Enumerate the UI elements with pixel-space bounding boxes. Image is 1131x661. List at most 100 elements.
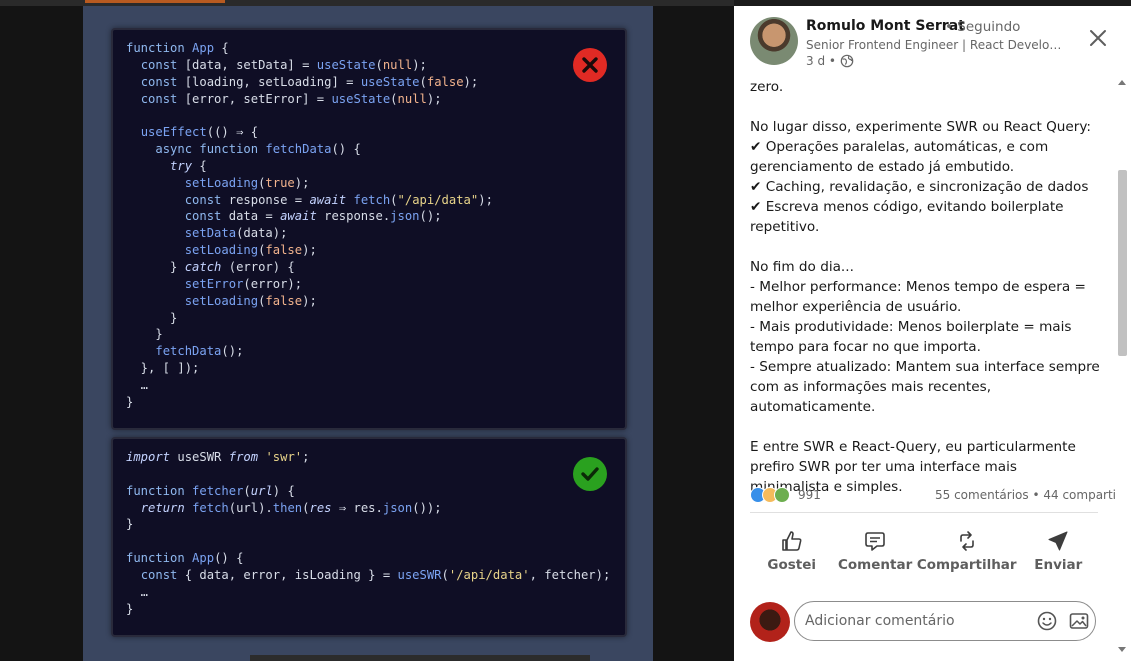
repost-label: Compartilhar — [916, 557, 1017, 573]
scrollbar-thumb[interactable] — [1118, 170, 1127, 356]
code-token: App — [192, 551, 215, 566]
code-line: setError(error); — [126, 276, 493, 293]
code-token: function — [126, 41, 193, 55]
scroll-down-arrow-icon[interactable] — [1118, 647, 1126, 652]
code-token: false — [265, 243, 303, 258]
code-line: setData(data); — [126, 225, 493, 242]
post-text-line: No lugar disso, experimente SWR ou React… — [750, 119, 1092, 135]
code-token: App — [192, 41, 215, 55]
image-attach-button[interactable] — [1063, 605, 1095, 637]
post-text-line: ✔ Escreva menos código, evitando boilerp… — [750, 199, 1064, 235]
comment-input[interactable]: Adicionar comentário — [794, 601, 1096, 641]
code-token: "/api/data" — [397, 192, 479, 207]
code-token: ); — [294, 175, 310, 190]
code-token: from — [228, 450, 259, 464]
code-line: const response = await fetch("/api/data"… — [126, 192, 493, 209]
like-button[interactable]: Gostei — [750, 521, 833, 581]
code-token: (url). — [228, 500, 273, 515]
code-line: } — [126, 601, 610, 618]
code-token: setError — [184, 276, 244, 291]
code-line: try { — [126, 158, 493, 175]
scrollbar[interactable] — [1115, 78, 1129, 654]
check-icon — [573, 457, 607, 491]
code-token: … — [126, 377, 149, 392]
follow-status: Seguindo — [945, 19, 1020, 35]
code-line: setLoading(false); — [126, 293, 493, 310]
emoji-icon — [1037, 611, 1057, 631]
code-token: , fetcher); — [529, 567, 611, 582]
comment-button[interactable]: Comentar — [833, 521, 916, 581]
shares-count[interactable]: 44 compartilhamentos — [1043, 488, 1115, 502]
code-token: 'swr' — [265, 450, 303, 464]
code-token: function — [126, 483, 193, 498]
code-token: ; — [302, 450, 310, 464]
code-line: useEffect(() ⇒ { — [126, 124, 493, 141]
code-token: json — [382, 500, 413, 515]
post-image[interactable]: function App { const [data, setData] = u… — [83, 6, 653, 661]
code-token: } — [126, 327, 163, 342]
code-token: '/api/data' — [448, 567, 530, 582]
code-line: function App() { — [126, 550, 610, 567]
code-token: ( — [441, 567, 449, 582]
scroll-up-arrow-icon[interactable] — [1118, 80, 1126, 85]
code-token: null — [382, 57, 413, 72]
code-token: ⇒ res. — [331, 500, 383, 515]
code-token: }, [ ]); — [126, 361, 200, 376]
comments-shares-count[interactable]: 55 comentários • 44 compartilhamentos — [935, 488, 1115, 502]
code-token: useEffect — [140, 125, 207, 140]
code-token: fetcher — [192, 483, 244, 498]
comment-placeholder: Adicionar comentário — [805, 613, 955, 629]
code-token: ( — [375, 57, 383, 72]
code-card-swr: import useSWR from 'swr'; function fetche… — [111, 437, 627, 637]
send-button[interactable]: Enviar — [1017, 521, 1100, 581]
code-token: [error, setError] = — [177, 91, 332, 106]
code-token: response. — [316, 209, 391, 224]
code-line: fetchData(); — [126, 343, 493, 360]
code-block-useeffect: function App { const [data, setData] = u… — [126, 40, 493, 411]
celebrate-reaction-icon — [774, 487, 790, 503]
code-token: (error) { — [221, 259, 295, 274]
code-token: catch — [184, 259, 222, 274]
code-line: return fetch(url).then(res ⇒ res.json())… — [126, 500, 610, 517]
code-token: const — [140, 567, 178, 582]
code-token: const — [140, 91, 178, 106]
code-token: ) { — [272, 483, 295, 498]
code-line: setLoading(true); — [126, 175, 493, 192]
author-name[interactable]: Romulo Mont Serrat — [806, 18, 965, 34]
code-line: const [error, setError] = useState(null)… — [126, 91, 493, 108]
code-token: await — [280, 209, 317, 224]
current-user-avatar[interactable] — [750, 602, 790, 642]
close-button[interactable] — [1084, 24, 1112, 52]
code-token: const — [184, 192, 222, 207]
code-token: { — [214, 41, 229, 55]
post-side-panel: Romulo Mont Serrat Seguindo Senior Front… — [734, 6, 1131, 661]
comments-count[interactable]: 55 comentários — [935, 488, 1029, 502]
code-token: useSWR — [170, 450, 229, 464]
author-avatar[interactable] — [750, 17, 798, 65]
code-token: useState — [316, 57, 376, 72]
comment-icon — [865, 532, 885, 551]
reaction-count[interactable]: 991 — [798, 488, 821, 502]
code-line: … — [126, 584, 610, 601]
repost-button[interactable]: Compartilhar — [917, 521, 1017, 581]
code-token: false — [265, 293, 303, 308]
code-card-useeffect: function App { const [data, setData] = u… — [111, 28, 627, 430]
code-token: [data, setData] = — [177, 57, 317, 72]
social-counts: 991 55 comentários • 44 compartilhamento… — [750, 486, 1115, 504]
reaction-icons[interactable] — [750, 487, 790, 503]
code-token: } — [126, 601, 134, 616]
code-token: setLoading — [184, 243, 259, 258]
emoji-button[interactable] — [1031, 605, 1063, 637]
code-line: const [loading, setLoading] = useState(f… — [126, 74, 493, 91]
code-token: (() ⇒ { — [206, 125, 259, 140]
